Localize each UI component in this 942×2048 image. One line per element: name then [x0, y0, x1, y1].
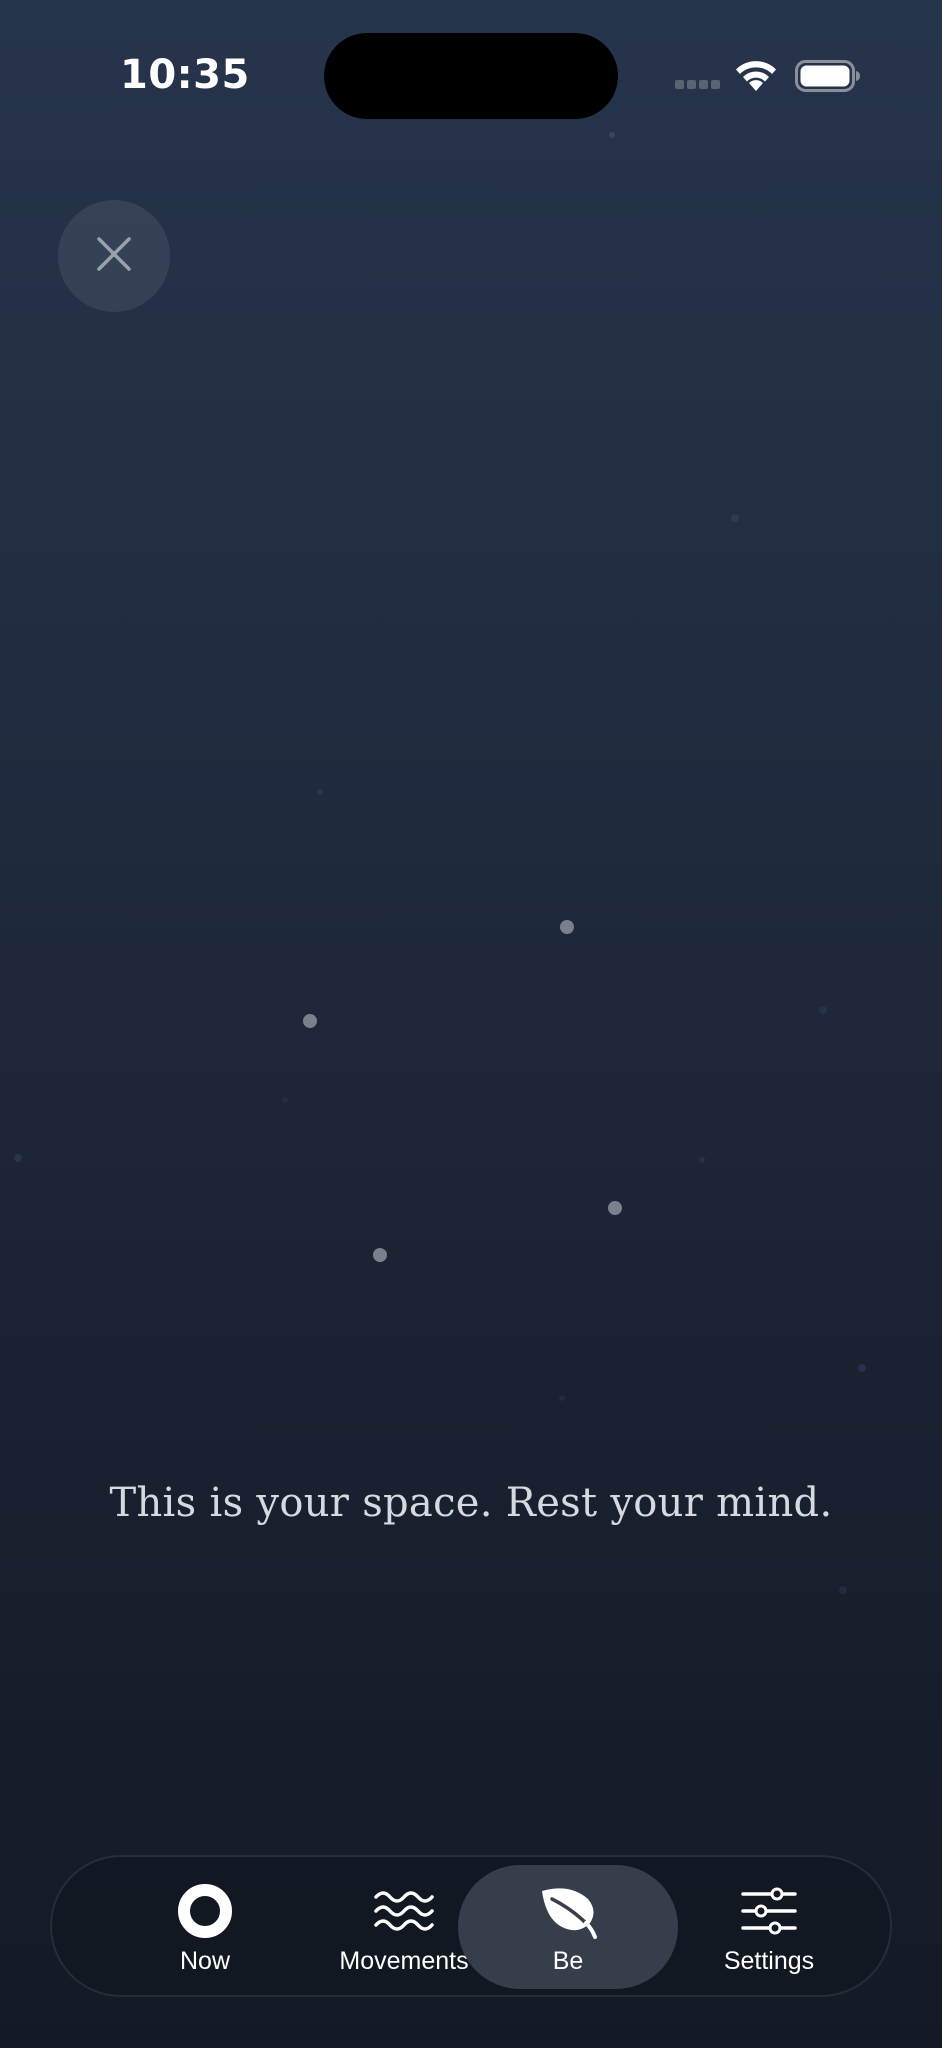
rest-message: This is your space. Rest your mind.	[109, 1480, 833, 1526]
particle	[559, 1395, 565, 1401]
wifi-icon	[735, 58, 777, 92]
dynamic-island	[324, 33, 618, 119]
status-bar: 10:35	[0, 0, 942, 150]
floating-particles	[14, 132, 866, 1594]
sliders-icon	[739, 1881, 799, 1941]
particle	[560, 920, 574, 934]
close-icon	[95, 235, 133, 278]
ring-icon	[175, 1881, 235, 1941]
close-button[interactable]	[58, 200, 170, 312]
battery-icon	[795, 60, 861, 92]
tab-be[interactable]: Be	[458, 1865, 678, 1989]
particle	[317, 789, 323, 795]
particle	[303, 1014, 317, 1028]
tab-label: Be	[552, 1947, 584, 1975]
particle	[373, 1248, 387, 1262]
leaf-icon	[538, 1881, 598, 1941]
particle	[731, 514, 739, 522]
particle	[608, 1201, 622, 1215]
particle	[14, 1154, 22, 1162]
tab-now[interactable]: Now	[95, 1865, 315, 1989]
tab-label: Now	[179, 1947, 230, 1975]
tab-bar: Now Movements Be Settings	[50, 1855, 892, 1997]
particle	[699, 1157, 705, 1163]
tab-label: Settings	[723, 1947, 815, 1975]
tab-settings[interactable]: Settings	[659, 1865, 879, 1989]
waves-icon	[374, 1881, 434, 1941]
particle	[839, 1586, 847, 1594]
status-time: 10:35	[120, 52, 250, 98]
particle	[819, 1006, 827, 1014]
particle	[858, 1364, 866, 1372]
tab-label: Movements	[339, 1947, 469, 1975]
cellular-signal-icon	[675, 80, 721, 92]
particle	[282, 1097, 288, 1103]
